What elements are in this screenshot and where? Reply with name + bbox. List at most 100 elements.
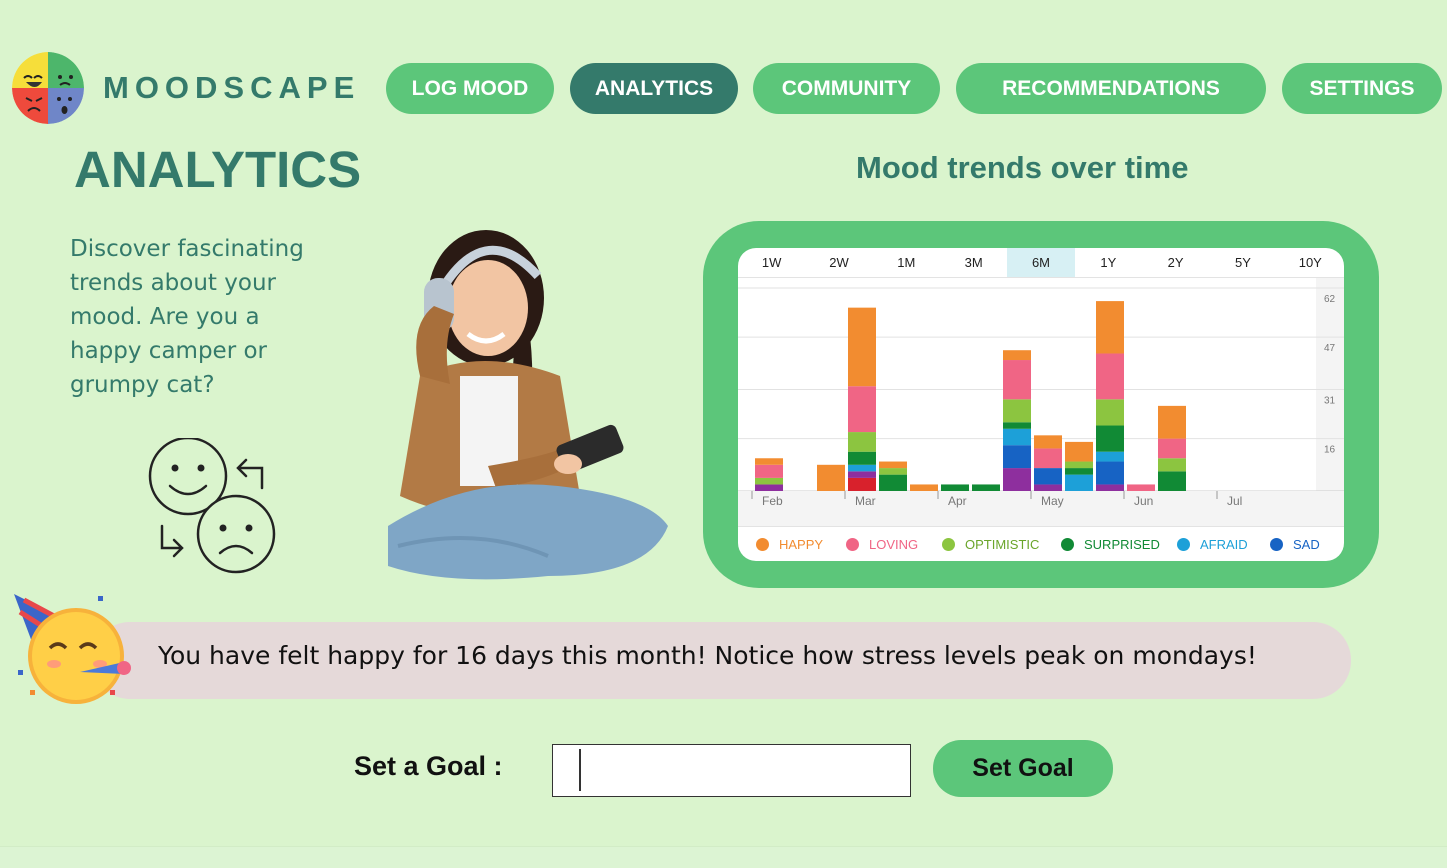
bar-segment bbox=[1003, 350, 1031, 361]
set-goal-button[interactable]: Set Goal bbox=[933, 740, 1113, 797]
bar-segment bbox=[1065, 468, 1093, 475]
nav-recommendations-button[interactable]: RECOMMENDATIONS bbox=[956, 63, 1266, 114]
bar-segment bbox=[1065, 474, 1093, 491]
bar-segment bbox=[1096, 425, 1124, 452]
bar-segment bbox=[1034, 435, 1062, 449]
bar-segment bbox=[1127, 484, 1155, 491]
bar-segment bbox=[1034, 468, 1062, 485]
range-tab-1w[interactable]: 1W bbox=[738, 248, 805, 277]
bar-segment bbox=[755, 458, 783, 465]
y-tick-label: 31 bbox=[1324, 396, 1336, 407]
y-axis-band bbox=[1316, 278, 1344, 491]
bar-segment bbox=[879, 468, 907, 475]
range-tab-6m[interactable]: 6M bbox=[1007, 248, 1075, 277]
legend-item-afraid: AFRAID bbox=[1177, 537, 1248, 552]
smile-frown-swap-icon bbox=[142, 436, 282, 583]
bar-segment bbox=[879, 474, 907, 491]
range-tab-2y[interactable]: 2Y bbox=[1142, 248, 1209, 277]
bar-segment bbox=[1003, 360, 1031, 400]
bar-segment bbox=[755, 477, 783, 485]
nav-log-mood-button[interactable]: LOG MOOD bbox=[386, 63, 554, 114]
bar-segment bbox=[941, 484, 969, 491]
legend-label: SURPRISED bbox=[1084, 537, 1160, 552]
page-title: ANALYTICS bbox=[74, 141, 362, 198]
party-face-emoji-icon bbox=[10, 590, 134, 715]
legend-dot bbox=[846, 538, 859, 551]
legend-dot bbox=[1061, 538, 1074, 551]
legend-dot bbox=[1177, 538, 1190, 551]
bar-segment bbox=[1096, 301, 1124, 354]
legend-dot bbox=[942, 538, 955, 551]
legend-dot bbox=[756, 538, 769, 551]
legend-dot bbox=[1270, 538, 1283, 551]
bar-segment bbox=[848, 451, 876, 465]
bar-segment bbox=[1003, 399, 1031, 423]
bar-segment bbox=[1065, 461, 1093, 469]
y-tick-label: 47 bbox=[1324, 343, 1336, 354]
nav-analytics-button[interactable]: ANALYTICS bbox=[570, 63, 738, 114]
text-caret bbox=[579, 749, 581, 791]
bar-segment bbox=[1096, 399, 1124, 426]
legend-label: LOVING bbox=[869, 537, 919, 552]
range-tab-10y[interactable]: 10Y bbox=[1277, 248, 1344, 277]
x-tick-label: Feb bbox=[762, 494, 783, 508]
legend-item-optimistic: OPTIMISTIC bbox=[942, 537, 1039, 552]
nav-community-button[interactable]: COMMUNITY bbox=[753, 63, 940, 114]
bar-segment bbox=[1034, 448, 1062, 469]
bar-segment bbox=[1096, 451, 1124, 462]
legend-label: AFRAID bbox=[1200, 537, 1248, 552]
brand-name: MOODSCAPE bbox=[103, 70, 361, 105]
legend-item-sad: SAD bbox=[1270, 537, 1320, 552]
range-tab-5y[interactable]: 5Y bbox=[1209, 248, 1276, 277]
chart-legend: HAPPY LOVING OPTIMISTIC SURPRISED AFRAID… bbox=[738, 526, 1344, 561]
legend-label: HAPPY bbox=[779, 537, 824, 552]
bottom-strip bbox=[0, 846, 1447, 868]
bar-segment bbox=[755, 484, 783, 491]
time-range-tabs: 1W 2W 1M 3M 6M 1Y 2Y 5Y 10Y bbox=[738, 248, 1344, 278]
woman-listening-photo bbox=[368, 226, 678, 587]
bar-segment bbox=[1003, 468, 1031, 491]
bar-segment bbox=[848, 386, 876, 433]
legend-item-loving: LOVING bbox=[846, 537, 918, 552]
bar-segment bbox=[755, 464, 783, 478]
x-tick-label: Jun bbox=[1134, 494, 1153, 508]
x-tick-label: Jul bbox=[1227, 494, 1242, 508]
legend-label: SAD bbox=[1293, 537, 1320, 552]
bar-segment bbox=[1096, 461, 1124, 485]
x-tick-label: Apr bbox=[948, 494, 967, 508]
range-tab-2w[interactable]: 2W bbox=[805, 248, 872, 277]
bar-segment bbox=[1003, 428, 1031, 446]
x-tick-label: Mar bbox=[855, 494, 876, 508]
stacked-bar-chart: 16 31 47 62 Feb Mar Apr May Jun Jul bbox=[738, 278, 1344, 526]
bar-segment bbox=[1065, 441, 1093, 462]
bar-segment bbox=[848, 471, 876, 478]
bar-segment bbox=[1158, 405, 1186, 439]
goal-input[interactable] bbox=[552, 744, 911, 797]
range-tab-1y[interactable]: 1Y bbox=[1075, 248, 1142, 277]
bar-segment bbox=[1096, 484, 1124, 491]
range-tab-1m[interactable]: 1M bbox=[873, 248, 940, 277]
intro-text: Discover fascinating trends about your m… bbox=[70, 236, 304, 398]
mood-trend-chart-card: 1W 2W 1M 3M 6M 1Y 2Y 5Y 10Y 16 31 47 62 Feb M… bbox=[738, 248, 1344, 561]
bar-segment bbox=[1003, 422, 1031, 429]
nav-settings-button[interactable]: SETTINGS bbox=[1282, 63, 1442, 114]
bar-segment bbox=[848, 307, 876, 387]
bar-segment bbox=[1158, 438, 1186, 459]
x-tick-label: May bbox=[1041, 494, 1064, 508]
bar-segment bbox=[1096, 353, 1124, 400]
goal-label: Set a Goal : bbox=[354, 751, 503, 781]
range-tab-3m[interactable]: 3M bbox=[940, 248, 1007, 277]
bar-segment bbox=[972, 484, 1000, 491]
moodscape-logo-icon[interactable] bbox=[12, 52, 84, 124]
bar-segment bbox=[1034, 484, 1062, 491]
legend-label: OPTIMISTIC bbox=[965, 537, 1040, 552]
bar-segment bbox=[910, 484, 938, 491]
chart-title: Mood trends over time bbox=[856, 150, 1189, 185]
legend-item-surprised: SURPRISED bbox=[1061, 537, 1160, 552]
bar-segment bbox=[848, 464, 876, 472]
y-tick-label: 16 bbox=[1324, 445, 1336, 456]
bar-segment bbox=[817, 464, 845, 491]
bar-segment bbox=[848, 432, 876, 452]
legend-item-happy: HAPPY bbox=[756, 537, 823, 552]
insight-message: You have felt happy for 16 days this mon… bbox=[158, 641, 1257, 670]
